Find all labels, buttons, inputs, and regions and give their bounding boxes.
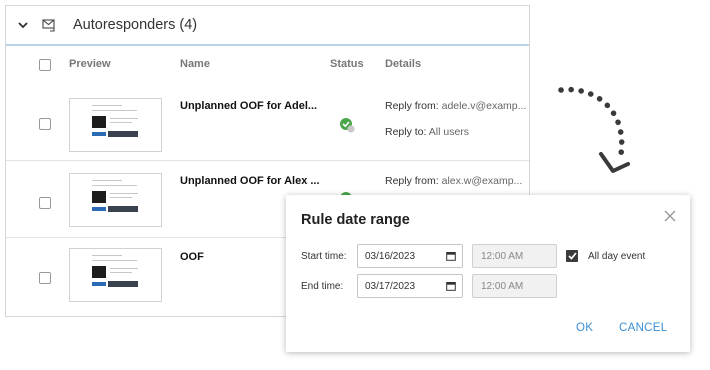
row-checkbox[interactable] [39,272,51,284]
cancel-button[interactable]: CANCEL [619,322,667,334]
rule-name[interactable]: Unplanned OOF for Adel... [180,100,317,112]
row-checkbox[interactable] [39,118,51,130]
row-checkbox[interactable] [39,197,51,209]
calendar-icon[interactable] [446,281,456,291]
rule-name[interactable]: Unplanned OOF for Alex ... [180,175,320,187]
calendar-icon[interactable] [446,251,456,261]
status-enabled-icon [339,117,356,134]
column-details[interactable]: Details [385,58,421,70]
mail-reply-icon [42,18,56,32]
rule-name[interactable]: OOF [180,251,204,263]
start-time-input[interactable]: 12:00 AM [472,244,557,268]
reply-from: Reply from: adele.v@examp... [385,100,527,112]
end-date-input[interactable]: 03/17/2023 [357,274,463,298]
end-time-label: End time: [301,281,344,292]
reply-to: Reply to: All users [385,126,470,138]
chevron-down-icon[interactable] [16,21,30,29]
column-status[interactable]: Status [330,58,364,70]
reply-from: Reply from: alex.w@examp... [385,175,523,187]
start-time-label: Start time: [301,251,347,262]
table-header: Preview Name Status Details [6,46,529,83]
column-preview[interactable]: Preview [69,58,111,70]
section-title: Autoresponders (4) [73,17,198,33]
select-all-checkbox[interactable] [39,59,51,71]
dotted-arrow-icon [558,86,630,173]
start-date-input[interactable]: 03/16/2023 [357,244,463,268]
section-header[interactable]: Autoresponders (4) [6,6,529,46]
preview-thumbnail[interactable] [69,173,162,227]
screen: Autoresponders (4) Preview Name Status D… [0,0,710,370]
all-day-checkbox[interactable] [566,250,578,262]
preview-thumbnail[interactable] [69,98,162,152]
close-icon[interactable] [664,209,676,222]
preview-thumbnail[interactable] [69,248,162,302]
all-day-label: All day event [588,251,646,262]
ok-button[interactable]: OK [576,322,593,334]
end-time-input[interactable]: 12:00 AM [472,274,557,298]
table-row[interactable]: Unplanned OOF for Adel... Reply from: ad… [6,83,529,160]
column-name[interactable]: Name [180,58,210,70]
dialog-title: Rule date range [301,212,410,228]
rule-date-range-dialog: Rule date range Start time: 03/16/2023 1… [286,195,690,352]
